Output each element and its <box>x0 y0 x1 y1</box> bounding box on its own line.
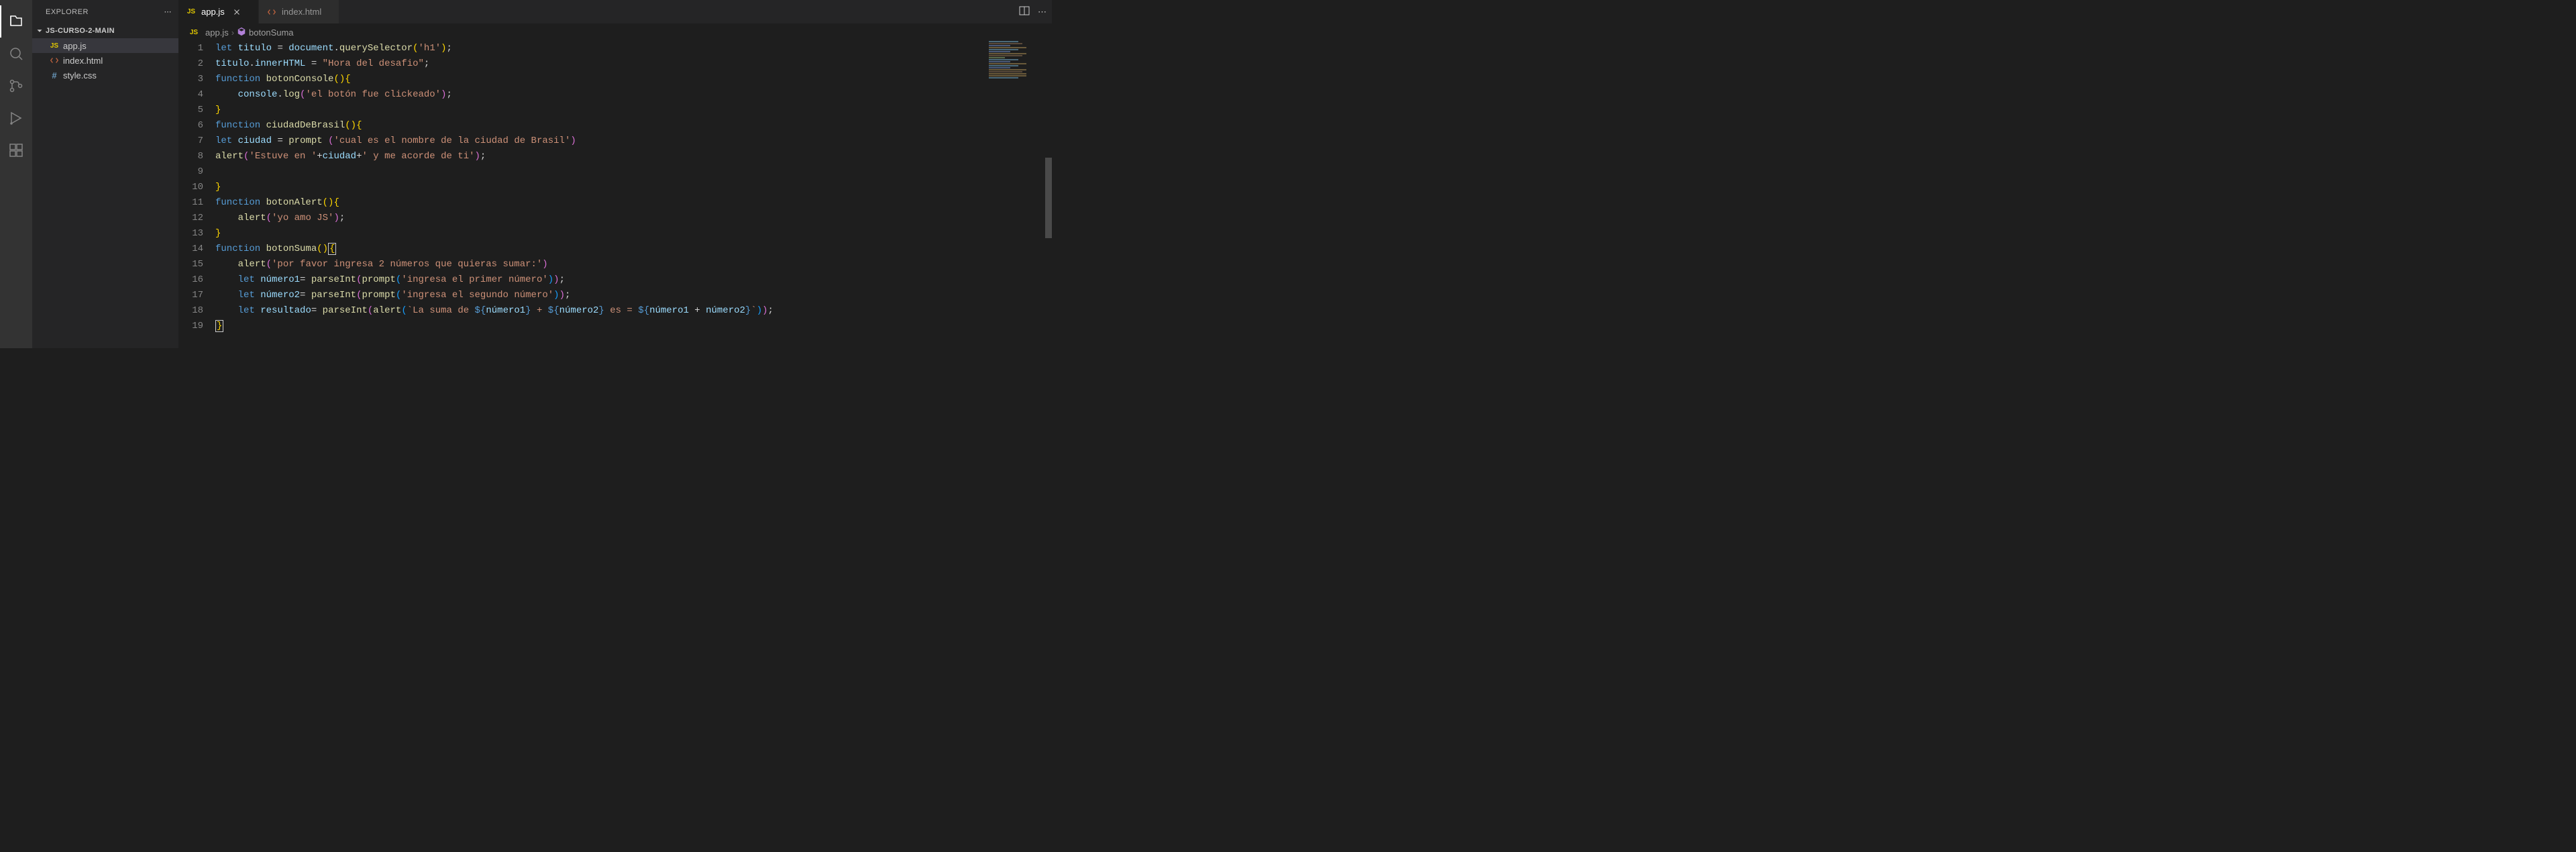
activity-search[interactable] <box>0 38 32 70</box>
editor-area: JS app.js index.html ⋯ JS app.js › botonSu… <box>178 0 1052 348</box>
file-item-style-css[interactable]: #style.css <box>32 68 178 83</box>
breadcrumb[interactable]: JS app.js › botonSuma <box>178 23 1052 41</box>
line-numbers: 12345678910111213141516171819 <box>178 41 215 348</box>
code-content[interactable]: let titulo = document.querySelector('h1'… <box>215 41 1052 348</box>
project-header[interactable]: JS-CURSO-2-MAIN <box>32 23 178 38</box>
activity-explorer[interactable] <box>0 5 32 38</box>
breadcrumb-file: app.js <box>205 28 229 38</box>
sidebar: EXPLORER ⋯ JS-CURSO-2-MAIN JSapp.js index… <box>32 0 178 348</box>
vertical-scrollbar[interactable] <box>1042 23 1052 348</box>
js-file-icon: JS <box>48 42 60 50</box>
tab-index-html[interactable]: index.html <box>259 0 339 23</box>
js-file-icon: JS <box>188 29 200 36</box>
method-icon <box>237 27 246 38</box>
file-label: index.html <box>63 56 103 66</box>
split-editor-icon[interactable] <box>1019 5 1030 18</box>
code-editor[interactable]: 12345678910111213141516171819 let titulo… <box>178 41 1052 348</box>
css-file-icon: # <box>48 70 60 81</box>
activity-bar <box>0 0 32 348</box>
tab-app-js[interactable]: JS app.js <box>178 0 259 23</box>
file-label: style.css <box>63 70 97 81</box>
activity-run-debug[interactable] <box>0 102 32 134</box>
js-file-icon: JS <box>185 8 197 15</box>
file-item-app-js[interactable]: JSapp.js <box>32 38 178 53</box>
breadcrumb-symbol: botonSuma <box>249 28 294 38</box>
tabs-bar: JS app.js index.html ⋯ <box>178 0 1052 23</box>
sidebar-more-icon[interactable]: ⋯ <box>164 7 172 16</box>
tab-label: index.html <box>282 7 321 17</box>
sidebar-header: EXPLORER ⋯ <box>32 0 178 23</box>
minimap[interactable] <box>989 41 1042 74</box>
file-item-index-html[interactable]: index.html <box>32 53 178 68</box>
file-label: app.js <box>63 41 87 51</box>
project-name: JS-CURSO-2-MAIN <box>46 27 115 35</box>
html-file-icon <box>266 7 278 17</box>
close-icon[interactable] <box>231 7 242 17</box>
html-file-icon <box>48 56 60 65</box>
activity-extensions[interactable] <box>0 134 32 166</box>
scrollbar-thumb[interactable] <box>1045 158 1052 238</box>
tab-label: app.js <box>201 7 225 17</box>
chevron-right-icon: › <box>231 28 234 38</box>
sidebar-title: EXPLORER <box>46 8 89 16</box>
editor-more-icon[interactable]: ⋯ <box>1038 7 1046 17</box>
activity-source-control[interactable] <box>0 70 32 102</box>
